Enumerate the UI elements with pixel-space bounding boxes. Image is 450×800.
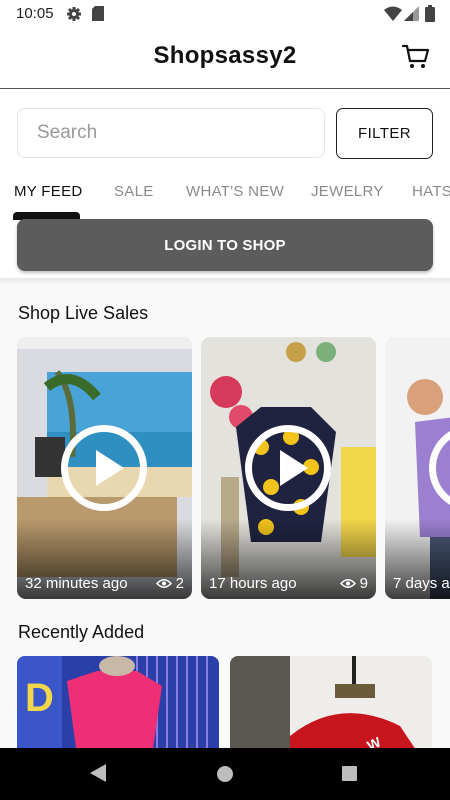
app-header: Shopsassy2	[0, 28, 450, 89]
battery-icon	[425, 5, 435, 22]
view-count-value: 9	[359, 575, 368, 592]
filter-button[interactable]: FILTER	[336, 108, 433, 159]
store-title: Shopsassy2	[153, 42, 297, 69]
login-to-shop-button[interactable]: LOGIN TO SHOP	[17, 219, 433, 271]
recents-icon[interactable]	[342, 766, 357, 781]
status-bar: 10:05	[0, 0, 450, 28]
cart-icon[interactable]	[402, 44, 430, 70]
search-input[interactable]	[18, 109, 336, 156]
view-count: 9	[339, 575, 368, 592]
recent-item-thumbnail: W	[230, 656, 432, 748]
play-icon[interactable]	[245, 425, 331, 511]
signal-icon	[404, 6, 419, 21]
eye-icon	[339, 579, 356, 588]
sd-card-icon	[92, 6, 104, 21]
live-sale-card[interactable]: 32 minutes ago 2	[17, 337, 192, 599]
category-tabs: MY FEED SALE WHAT'S NEW JEWELRY HATS	[0, 172, 450, 220]
tab-jewelry[interactable]: JEWELRY	[311, 183, 384, 200]
back-icon[interactable]	[90, 764, 106, 782]
view-count: 2	[155, 575, 184, 592]
eye-icon	[155, 579, 172, 588]
wifi-icon	[384, 6, 402, 21]
search-box[interactable]	[17, 108, 336, 158]
tab-hats[interactable]: HATS	[412, 183, 450, 200]
view-count-value: 2	[175, 575, 184, 592]
live-sale-card[interactable]: 17 hours ago 9	[201, 337, 376, 599]
svg-text:D: D	[25, 676, 54, 720]
home-icon[interactable]	[217, 766, 233, 782]
sale-time: 17 hours ago	[209, 575, 297, 592]
recent-item-card[interactable]: D	[17, 656, 219, 748]
gear-icon	[67, 7, 81, 21]
tab-my-feed[interactable]: MY FEED	[14, 183, 83, 200]
recent-item-thumbnail: D	[17, 656, 219, 748]
recently-added-heading: Recently Added	[18, 622, 145, 642]
sale-time: 7 days a	[393, 575, 450, 592]
tab-whats-new[interactable]: WHAT'S NEW	[186, 183, 284, 200]
status-time: 10:05	[16, 5, 54, 22]
feed-content[interactable]: Shop Live Sales 32 minutes ago 2 17 hour…	[0, 278, 450, 748]
system-nav-bar	[0, 748, 450, 800]
sale-time: 32 minutes ago	[25, 575, 128, 592]
tab-sale[interactable]: SALE	[114, 183, 154, 200]
live-sales-heading: Shop Live Sales	[18, 303, 149, 323]
recent-item-card[interactable]: W	[230, 656, 432, 748]
live-sale-card[interactable]: 7 days a	[385, 337, 450, 599]
play-icon[interactable]	[61, 425, 147, 511]
